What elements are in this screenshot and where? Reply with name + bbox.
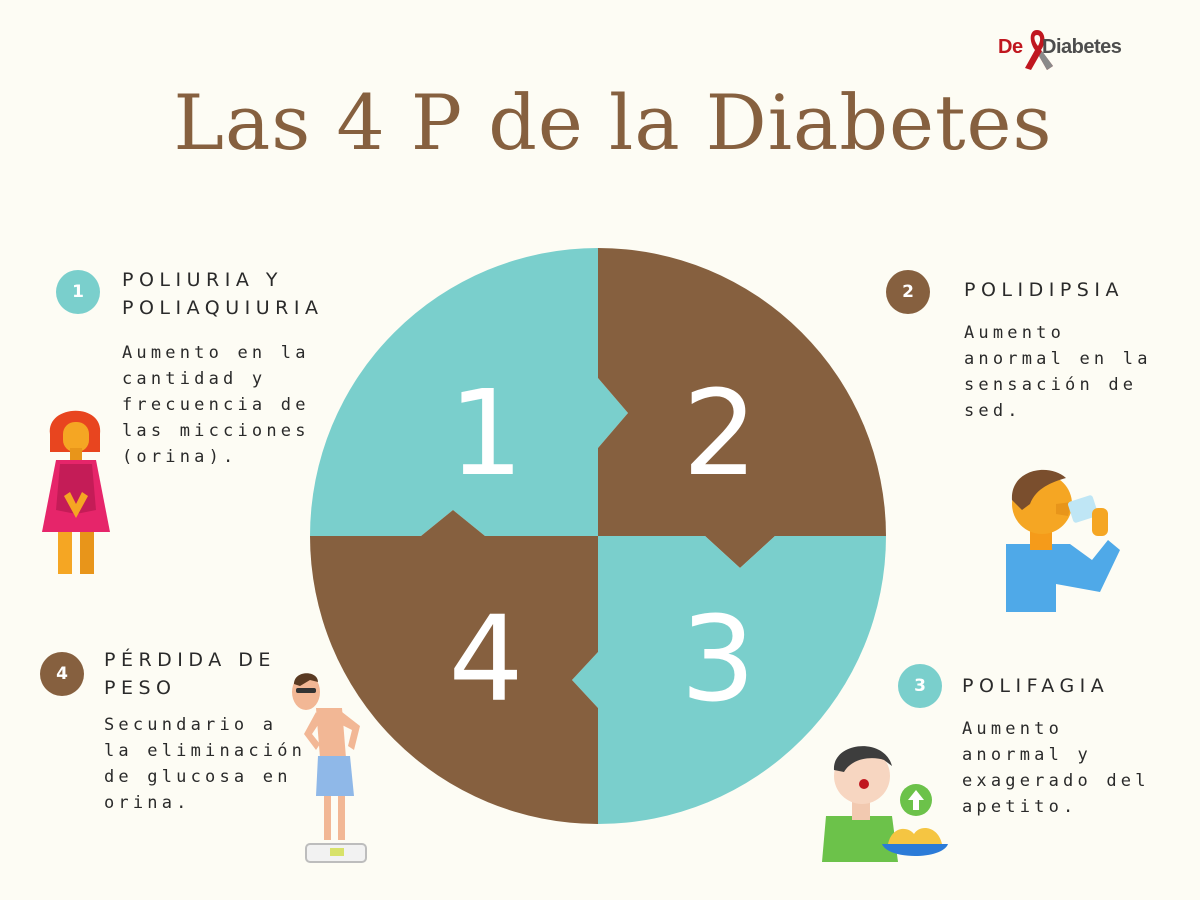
step-3-description: Aumento anormal y exagerado del apetito.	[962, 719, 1150, 817]
page-title: Las 4 P de la Diabetes	[173, 78, 1053, 167]
step-3-heading: POLIFAGIA	[962, 675, 1110, 697]
woman-urgency-illustration	[42, 410, 110, 574]
thin-man-on-scale-illustration	[292, 673, 367, 863]
four-p-wheel: 1 2 3 4	[310, 248, 886, 824]
step-4-description: Secundario a la eliminación de glucosa e…	[104, 715, 307, 813]
step-1-description: Aumento en la cantidad y frecuencia de l…	[122, 343, 310, 467]
step-4-heading: PÉRDIDA DE PESO	[104, 649, 276, 699]
infographic: De Diabetes Las 4 P de la Diabetes 1 2 3…	[0, 0, 1200, 900]
hungry-boy-illustration	[822, 746, 948, 862]
step-1-badge: 1	[56, 270, 100, 314]
man-drinking-water-illustration	[1006, 469, 1120, 612]
step-2-heading: POLIDIPSIA	[964, 279, 1124, 301]
quadrant-3-number: 3	[680, 590, 755, 728]
logo-prefix: De	[998, 36, 1023, 58]
quadrant-4-number: 4	[448, 590, 523, 728]
step-4-badge: 4	[40, 652, 84, 696]
quadrant-2-number: 2	[682, 364, 757, 502]
step-2-description: Aumento anormal en la sensación de sed.	[964, 323, 1152, 421]
quadrant-1-number: 1	[448, 364, 523, 502]
step-1-heading: POLIURIA Y POLIAQUIURIA	[122, 269, 324, 319]
logo-name: Diabetes	[1042, 36, 1122, 58]
brand-logo: De Diabetes	[996, 30, 1146, 70]
step-3-badge: 3	[898, 664, 942, 708]
step-2-badge: 2	[886, 270, 930, 314]
